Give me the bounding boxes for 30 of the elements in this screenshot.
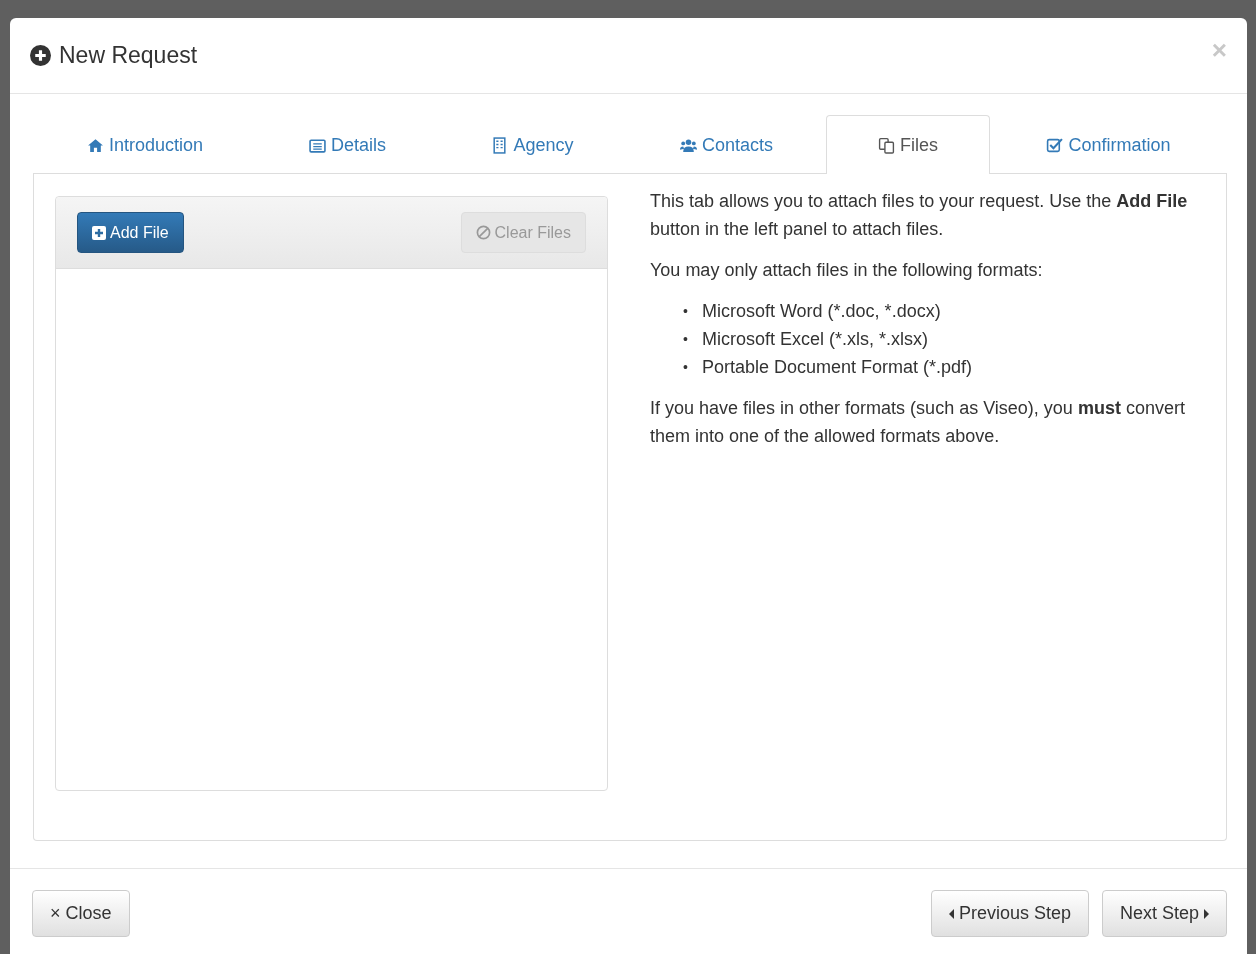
help-paragraph: You may only attach files in the following formats: [650,259,1044,282]
close-button[interactable]: × Close [32,890,130,937]
format-item: Microsoft Word (*.doc, *.docx) [701,300,941,323]
tab[interactable]: Files [826,115,990,174]
caret-left-icon [948,908,955,919]
format-item: Microsoft Excel (*.xls, *.xlsx) [701,328,928,351]
help-paragraph: If you have files in other formats (such as Viseo), you must convert them into one of the allowed formats above. [650,397,1186,448]
plus-square-icon [92,225,106,240]
tab[interactable]: Agency [438,115,627,174]
help-paragraph: This tab allows you to attach files to your request. Use the Add File button in the left panel to attach files. [650,190,1189,241]
bullet: • [683,358,688,377]
plus-circle-icon [30,45,51,66]
caret-right-icon [1203,908,1209,919]
previous-step-button[interactable]: Previous Step [930,890,1089,937]
tab[interactable]: Contacts [627,115,826,174]
building-icon [491,136,509,154]
list-icon [309,136,326,154]
copy-icon [878,136,895,154]
tab[interactable]: Details [257,115,438,174]
modal-title: New Request [59,42,198,69]
checkbox-icon [1046,136,1064,154]
bullet: • [683,330,688,349]
format-item: Portable Document Format (*.pdf) [701,356,972,379]
tab[interactable]: Introduction [33,115,257,174]
add-file-button[interactable]: Add File [77,212,184,253]
tab[interactable]: Confirmation [990,115,1227,174]
bullet: • [683,302,688,321]
ban-icon [475,225,491,240]
house-icon [86,136,104,154]
next-step-button[interactable]: Next Step [1101,890,1227,937]
